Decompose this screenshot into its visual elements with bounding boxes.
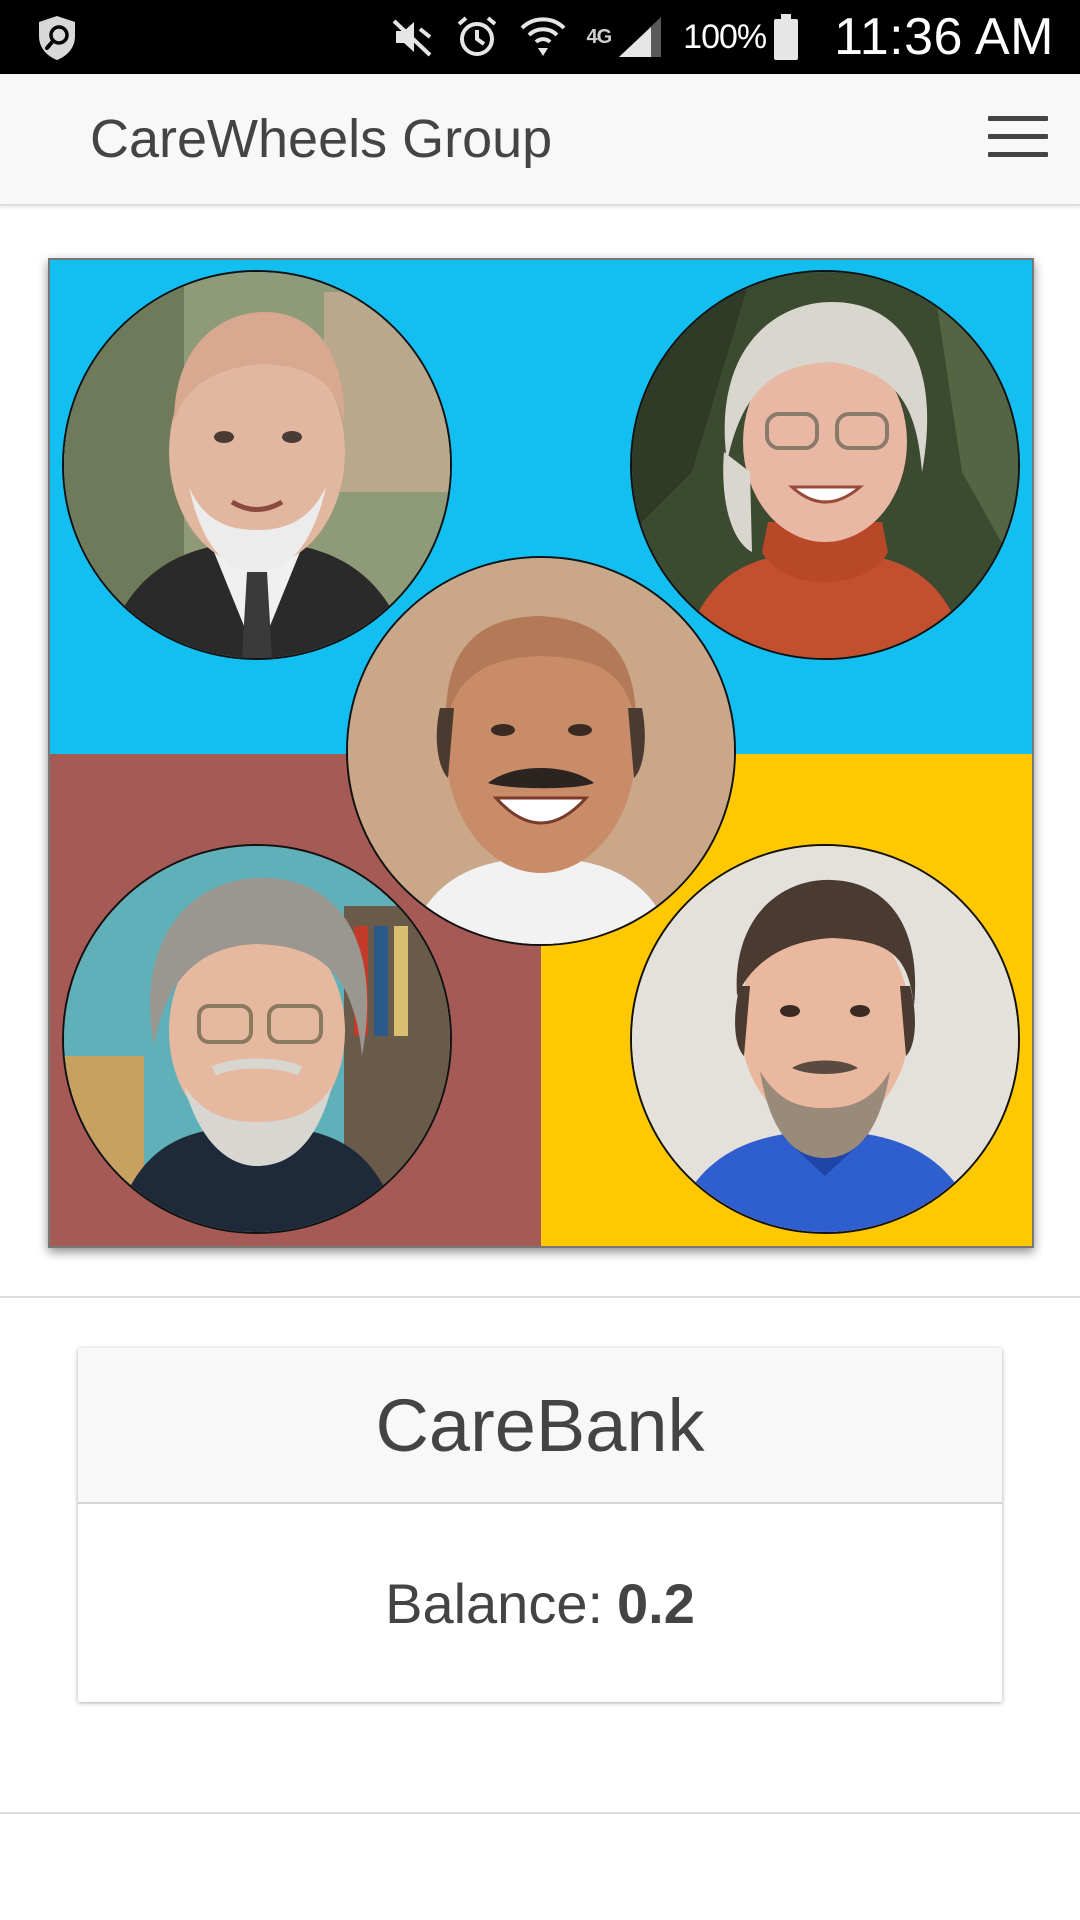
member-avatar-bottom-left[interactable]: [62, 844, 452, 1234]
section-divider: [0, 1296, 1080, 1298]
hamburger-icon-line: [988, 134, 1048, 139]
member-photo: [632, 846, 1018, 1232]
page-title: CareWheels Group: [90, 109, 553, 169]
group-member-collage: [48, 258, 1034, 1248]
carebank-header: CareBank: [78, 1348, 1002, 1504]
status-icons: 4G 100% 11:36 AM: [390, 0, 1080, 74]
signal-icon: [619, 17, 662, 57]
wifi-icon: [521, 17, 566, 56]
app-bar: CareWheels Group: [0, 74, 1080, 206]
status-bar: 4G 100% 11:36 AM: [0, 0, 1080, 74]
lte-icon: 4G: [586, 25, 612, 48]
balance-label: Balance:: [385, 1571, 604, 1635]
carebank-body: Balance: 0.2: [78, 1504, 1002, 1702]
member-avatar-top-right[interactable]: [630, 270, 1020, 660]
mute-icon: [393, 19, 432, 57]
shield-search-icon: [39, 16, 75, 60]
menu-button[interactable]: [986, 108, 1050, 168]
balance-value: 0.2: [617, 1571, 695, 1635]
member-photo: [348, 558, 734, 944]
clock: 11:36 AM: [834, 8, 1054, 66]
member-avatar-bottom-right[interactable]: [630, 844, 1020, 1234]
battery-percent: 100%: [683, 17, 767, 56]
section-divider: [0, 1812, 1080, 1814]
member-photo: [64, 272, 450, 658]
member-avatar-center[interactable]: [346, 556, 736, 946]
member-avatar-top-left[interactable]: [62, 270, 452, 660]
battery-icon: [774, 14, 799, 60]
hamburger-icon-line: [988, 152, 1048, 157]
carebank-card: CareBank Balance: 0.2: [78, 1348, 1002, 1702]
member-photo: [632, 272, 1018, 658]
carebank-title: CareBank: [375, 1383, 705, 1467]
alarm-icon: [458, 16, 497, 56]
hamburger-icon-line: [988, 116, 1048, 121]
member-photo: [64, 846, 450, 1232]
